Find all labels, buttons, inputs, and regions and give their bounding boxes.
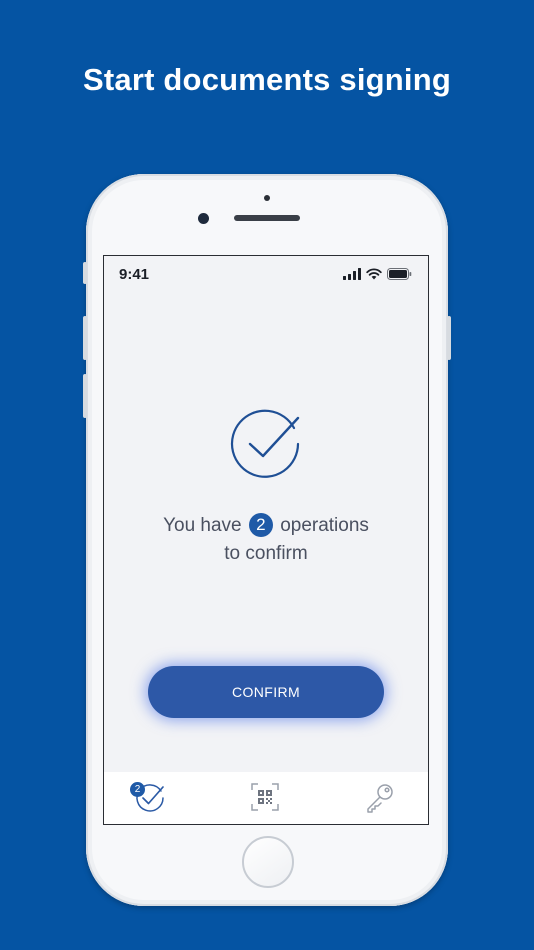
power-button: [447, 316, 451, 360]
operations-count-badge: 2: [248, 513, 273, 537]
message-suffix: operations: [280, 515, 369, 536]
confirm-button[interactable]: CONFIRM: [148, 666, 384, 718]
app-screen: 9:41 You have 2 operations to confirm CO…: [103, 255, 429, 825]
mute-switch: [83, 262, 87, 284]
operations-message: You have 2 operations to confirm: [104, 512, 428, 568]
tab-bar: 2: [104, 772, 428, 824]
message-line-2: to confirm: [224, 543, 308, 564]
wifi-icon: [366, 268, 382, 280]
status-time: 9:41: [119, 266, 150, 283]
battery-icon: [387, 268, 412, 280]
qr-code-icon: [251, 783, 279, 811]
volume-down-button: [83, 374, 87, 418]
headline: Start documents signing: [82, 62, 452, 97]
tab-operations[interactable]: 2: [130, 782, 168, 816]
message-prefix: You have: [163, 515, 242, 536]
signal-icon: [343, 268, 361, 280]
confirm-check-icon: [230, 409, 300, 478]
message-line-1: You have 2 operations: [104, 512, 428, 540]
tab-scan[interactable]: [250, 782, 284, 816]
phone-frame: 9:41 You have 2 operations to confirm CO…: [83, 174, 451, 906]
status-bar: 9:41: [104, 256, 428, 290]
tab-operations-badge: 2: [130, 782, 145, 797]
tab-keys[interactable]: [364, 782, 398, 816]
earpiece-speaker: [234, 215, 300, 221]
home-button[interactable]: [242, 836, 294, 888]
front-camera: [198, 213, 209, 224]
volume-up-button: [83, 316, 87, 360]
proximity-sensor: [264, 195, 270, 201]
status-icons: [343, 268, 412, 280]
key-icon: [367, 784, 393, 813]
